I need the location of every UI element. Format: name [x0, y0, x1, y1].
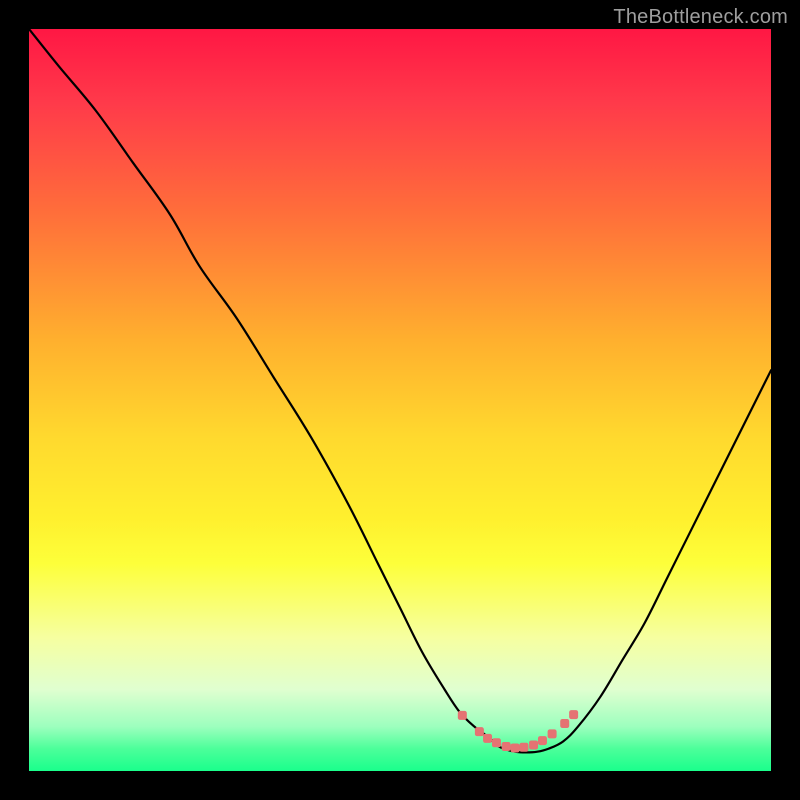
- highlight-marker: [569, 710, 578, 719]
- highlight-marker: [519, 743, 528, 752]
- highlight-marker: [548, 729, 557, 738]
- highlight-marker: [458, 711, 467, 720]
- highlight-marker: [483, 734, 492, 743]
- highlight-marker: [492, 738, 501, 747]
- highlight-marker: [511, 744, 520, 753]
- highlight-markers: [458, 710, 578, 752]
- highlight-marker: [560, 719, 569, 728]
- bottleneck-chart: [29, 29, 771, 771]
- highlight-marker: [529, 741, 538, 750]
- chart-frame: TheBottleneck.com: [0, 0, 800, 800]
- plot-area: [29, 29, 771, 771]
- attribution-text: TheBottleneck.com: [613, 6, 788, 29]
- highlight-marker: [538, 736, 547, 745]
- highlight-marker: [502, 742, 511, 751]
- highlight-marker: [475, 727, 484, 736]
- bottleneck-curve: [29, 29, 771, 752]
